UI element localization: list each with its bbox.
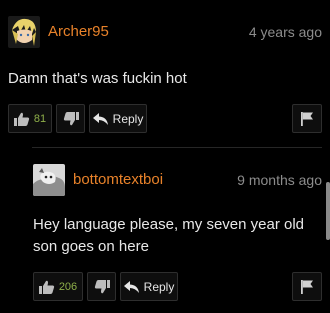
reply-arrow-icon xyxy=(92,112,108,125)
reply-button[interactable]: Reply xyxy=(89,104,147,133)
reply-button[interactable]: Reply xyxy=(120,272,178,301)
reply-label: Reply xyxy=(112,111,144,126)
dislike-button[interactable] xyxy=(87,272,116,301)
dislike-button[interactable] xyxy=(56,104,85,133)
thumbs-down-icon xyxy=(63,111,79,126)
reply-label: Reply xyxy=(143,279,175,294)
thumbs-up-icon xyxy=(38,280,55,294)
avatar[interactable] xyxy=(33,164,65,196)
thumbs-down-icon xyxy=(94,279,110,294)
like-count: 81 xyxy=(33,112,47,125)
scrollbar[interactable] xyxy=(326,182,330,240)
reply-divider xyxy=(32,147,322,148)
reply-arrow-icon xyxy=(123,280,139,293)
avatar[interactable] xyxy=(8,16,40,48)
comment-text: Damn that's was fuckin hot xyxy=(8,70,187,87)
thumbs-up-icon xyxy=(13,112,30,126)
timestamp: 9 months ago xyxy=(237,172,322,188)
timestamp: 4 years ago xyxy=(248,24,322,40)
comment-text: Hey language please, my seven year old s… xyxy=(33,216,304,255)
username[interactable]: bottomtextboi xyxy=(73,171,163,189)
flag-icon xyxy=(301,111,313,126)
like-button[interactable]: 206 xyxy=(33,272,83,301)
username[interactable]: Archer95 xyxy=(48,23,109,41)
like-button[interactable]: 81 xyxy=(8,104,52,133)
flag-icon xyxy=(301,279,313,294)
like-count: 206 xyxy=(58,280,78,293)
flag-button[interactable] xyxy=(292,272,322,301)
flag-button[interactable] xyxy=(292,104,322,133)
